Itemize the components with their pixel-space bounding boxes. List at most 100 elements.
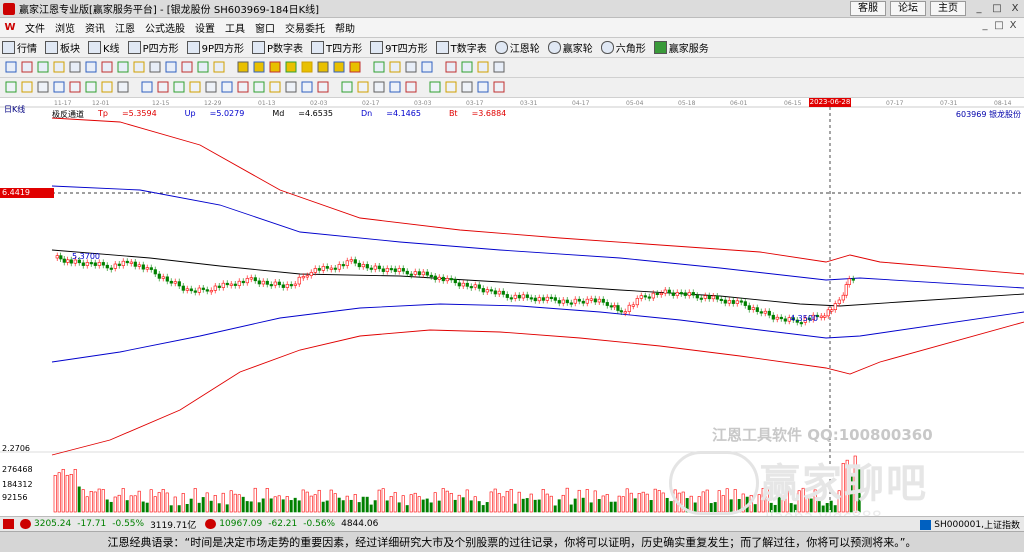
toolbar-t-square-button[interactable]: T四方形	[311, 40, 362, 55]
candle-body	[833, 303, 837, 311]
date-tick-14: 06-15	[784, 100, 802, 107]
date-tick-6: 02-17	[362, 100, 380, 107]
analysis-tools-icons[interactable]	[0, 78, 1024, 97]
tool-icon-23	[389, 61, 401, 73]
drawing-tools-icons[interactable]	[0, 58, 1024, 77]
date-tick-3: 12-29	[204, 100, 222, 107]
toolbar-service-button[interactable]: 赢家服务	[653, 40, 709, 55]
toolbar-p-table-button[interactable]: P数字表	[252, 40, 303, 55]
date-tick-7: 03-03	[414, 100, 432, 107]
forum-link[interactable]: 论坛	[890, 1, 926, 16]
candle-body	[445, 278, 449, 282]
toolbar-winner-wheel-button[interactable]: 赢家轮	[547, 40, 593, 55]
mdi-minimize-button[interactable]: _	[978, 20, 992, 31]
candle-body	[557, 300, 561, 304]
tool-icon-20	[333, 61, 345, 73]
volume-bar	[409, 494, 413, 513]
toolbar-kline-button[interactable]: K线	[88, 40, 120, 55]
candle-body	[265, 280, 269, 285]
candle-body	[473, 284, 477, 288]
menu-info[interactable]: 资讯	[80, 20, 110, 35]
toolbar-p-square-button[interactable]: P四方形	[127, 40, 179, 55]
candle-body	[269, 284, 273, 287]
menu-gann[interactable]: 江恩	[110, 20, 140, 35]
menu-file[interactable]: 文件	[20, 20, 50, 35]
sz-index-amount: 4844.06	[341, 519, 379, 529]
volume-bar	[669, 501, 673, 513]
candle-body	[337, 264, 341, 270]
volume-bar	[61, 468, 65, 513]
menu-tools[interactable]: 工具	[220, 20, 250, 35]
toolbar-hexagon-button[interactable]: 六角形	[600, 40, 646, 55]
toolbar-sector-button[interactable]: 板块	[45, 40, 80, 55]
candle-body	[161, 276, 165, 279]
menu-browse[interactable]: 浏览	[50, 20, 80, 35]
analysis-icon-16	[269, 81, 281, 93]
candle-body	[81, 262, 85, 266]
candle-body	[433, 275, 437, 280]
customer-service-link[interactable]: 客服	[850, 1, 886, 16]
volume-bar	[141, 501, 145, 513]
menu-help[interactable]: 帮助	[330, 20, 360, 35]
analysis-icon-2	[37, 81, 49, 93]
volume-axis-label-2: 184312	[2, 480, 33, 489]
main-toolbar: 行情 板块 K线 P四方形 9P四方形 P数字表 T四方形 9T四方形 T数字表…	[0, 38, 1024, 58]
volume-bar	[465, 489, 469, 513]
status-menu-icon[interactable]	[3, 519, 14, 529]
toolbar-t-table-button[interactable]: T数字表	[435, 40, 487, 55]
volume-bar	[301, 489, 305, 513]
volume-bar	[577, 489, 581, 513]
quotes-icon	[2, 41, 15, 54]
maximize-button[interactable]: □	[988, 2, 1006, 15]
mdi-restore-button[interactable]: □	[992, 20, 1006, 31]
toolbar-quotes-button[interactable]: 行情	[2, 40, 37, 55]
candle-body	[731, 300, 735, 304]
low-price-label: 4.3500	[790, 314, 818, 323]
minimize-button[interactable]: _	[970, 2, 988, 15]
candle-body	[237, 280, 241, 286]
volume-bar	[625, 488, 629, 513]
candle-body	[627, 304, 631, 312]
mdi-close-button[interactable]: X	[1006, 20, 1020, 31]
candle-body	[841, 294, 845, 301]
candle-body	[830, 309, 834, 312]
tool-icon-25	[421, 61, 433, 73]
menu-trade[interactable]: 交易委托	[280, 20, 330, 35]
candle-body	[597, 298, 601, 303]
menu-window[interactable]: 窗口	[250, 20, 280, 35]
volume-bar	[433, 492, 437, 513]
menu-formula[interactable]: 公式选股	[140, 20, 190, 35]
toolbar-9p-square-button[interactable]: 9P四方形	[186, 40, 244, 55]
volume-bar	[373, 500, 377, 513]
volume-bar	[581, 497, 585, 513]
candle-body	[389, 268, 393, 271]
homepage-link[interactable]: 主页	[930, 1, 966, 16]
candle-body	[209, 290, 213, 293]
volume-bar	[601, 495, 605, 513]
menu-settings[interactable]: 设置	[190, 20, 220, 35]
lower-inner-band	[51, 303, 1024, 363]
volume-bar	[165, 492, 169, 513]
status-right: SH000001, 上证指数	[917, 518, 1020, 531]
volume-bar	[485, 502, 489, 513]
candle-body	[743, 301, 747, 306]
candle-body	[381, 268, 385, 272]
date-tick-10: 04-17	[572, 100, 590, 107]
candle-body	[141, 264, 145, 270]
volume-bar	[265, 488, 269, 513]
candle-body	[257, 280, 261, 285]
close-button[interactable]: X	[1006, 2, 1024, 15]
candle-body	[213, 285, 217, 291]
toolbar-9t-square-button[interactable]: 9T四方形	[370, 40, 428, 55]
volume-bar	[573, 498, 577, 513]
indicator-values: 极反通道 Tp =5.3594 Up =5.0279 Md =4.6535 Dn =4.…	[52, 109, 534, 120]
volume-bar	[437, 500, 441, 513]
volume-bar	[629, 492, 633, 513]
index-status-bar: 3205.24 -17.71 -0.55% 3119.71亿 10967.09 …	[0, 516, 1024, 531]
toolbar-gann-wheel-button[interactable]: 江恩轮	[494, 40, 540, 55]
analysis-icon-9	[157, 81, 169, 93]
candle-body	[289, 284, 293, 287]
winner-wheel-icon	[547, 41, 561, 54]
candle-body	[635, 298, 639, 306]
candle-body	[553, 297, 557, 301]
